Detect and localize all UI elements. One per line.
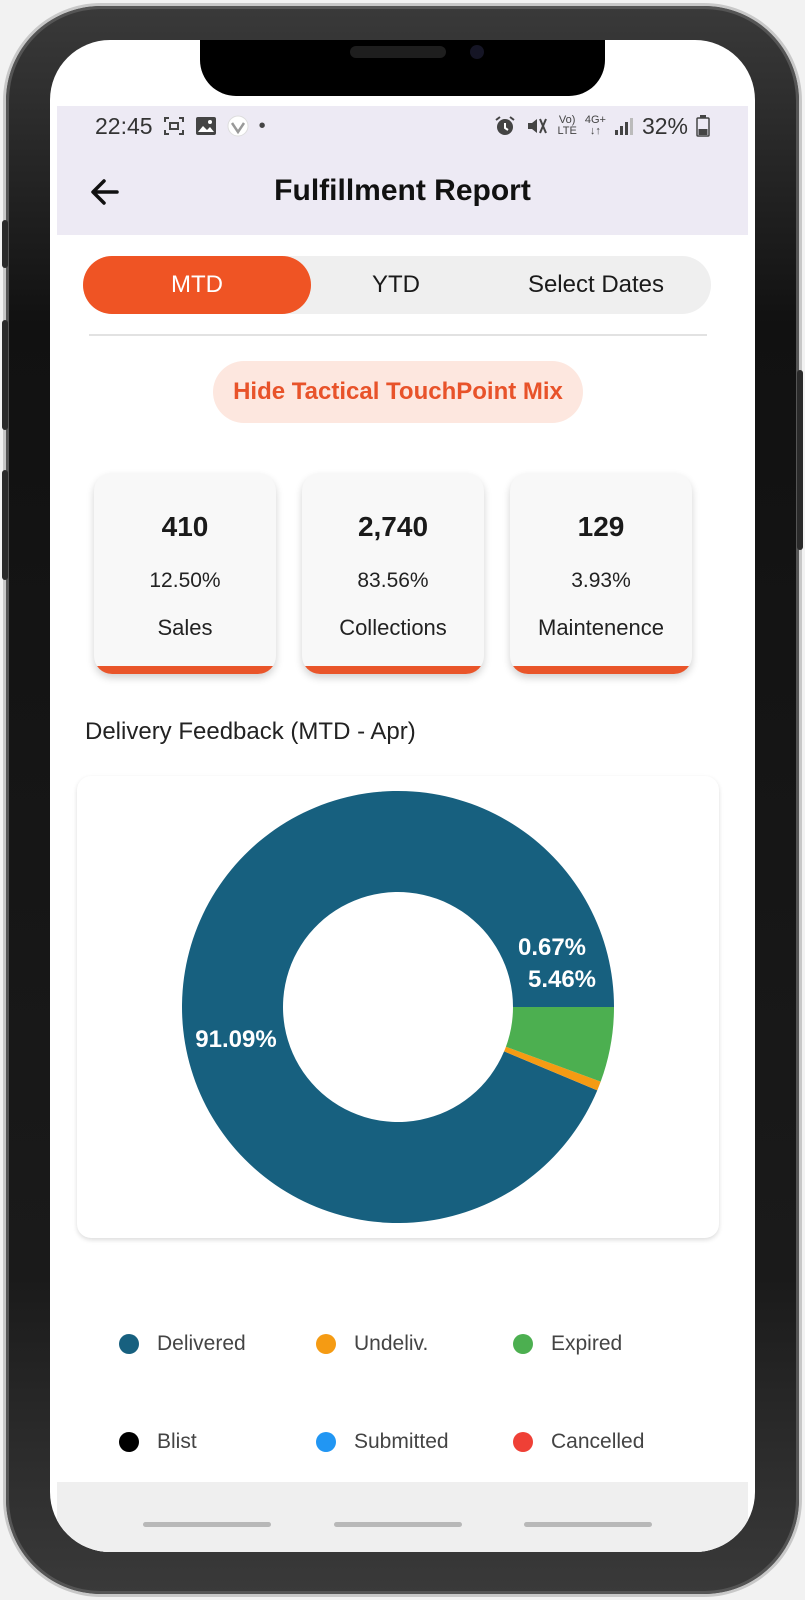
period-selector: MTD YTD Select Dates [83,256,711,314]
signal-icon [614,118,633,135]
tab-select-dates[interactable]: Select Dates [481,256,711,314]
legend-dot [119,1334,139,1354]
legend-item-submitted[interactable]: Submitted [316,1430,449,1454]
status-bar: 22:45 • Vo) LTE 4G+ ↓↑ 32% [57,106,748,146]
data-label-undeliv: 0.67% [518,934,586,961]
metric-percent: 83.56% [357,569,429,592]
legend-item-blist[interactable]: Blist [119,1430,197,1454]
donut-chart: 91.09% 0.67% 5.46% [182,791,614,1224]
gallery-icon [195,117,216,135]
metric-card-collections[interactable]: 2,740 83.56% Collections [302,473,484,674]
legend-dot [119,1432,139,1452]
vpn-icon [227,115,249,137]
metric-value: 129 [577,511,625,542]
battery-percent: 32% [641,112,688,139]
app-bar: Fulfillment Report [57,146,748,235]
metric-label: Maintenence [538,615,664,640]
metric-label: Sales [157,615,213,640]
nav-recents-button[interactable] [143,1522,271,1527]
chart-card: 91.09% 0.67% 5.46% [77,776,719,1238]
nav-home-button[interactable] [334,1522,462,1527]
volume-up-button [2,320,8,430]
metric-percent: 3.93% [571,569,631,592]
divider [89,334,707,336]
app-screen: 22:45 • Vo) LTE 4G+ ↓↑ 32% Fulfillment R… [57,106,748,1552]
arrow-left-icon [91,179,119,205]
legend-label: Submitted [354,1430,449,1453]
legend-item-undelivered[interactable]: Undeliv. [316,1332,428,1356]
screenshot-icon [163,117,184,135]
legend-item-expired[interactable]: Expired [513,1332,622,1356]
metric-percent: 12.50% [149,569,221,592]
metric-card-maintenance[interactable]: 129 3.93% Maintenence [510,473,692,674]
legend-label: Delivered [157,1332,246,1355]
legend-label: Blist [157,1430,197,1453]
metric-label: Collections [339,615,447,640]
nav-back-button[interactable] [524,1522,652,1527]
battery-icon [696,115,710,137]
speaker [350,46,446,58]
tab-ytd[interactable]: YTD [311,256,481,314]
alarm-icon [495,116,516,135]
legend-item-delivered[interactable]: Delivered [119,1332,246,1356]
volume-button [2,220,8,268]
metric-card-sales[interactable]: 410 12.50% Sales [94,473,276,674]
power-button [797,370,803,550]
front-camera [470,45,484,59]
legend-dot [316,1432,336,1452]
tab-mtd[interactable]: MTD [83,256,311,314]
chart-legend: Delivered Undeliv. Expired Blist Submitt… [57,1276,748,1476]
metric-value: 2,740 [357,511,429,542]
legend-item-cancelled[interactable]: Cancelled [513,1430,644,1454]
status-time: 22:45 [95,112,153,139]
metric-value: 410 [161,511,209,542]
volume-down-button [2,470,8,580]
page-title: Fulfillment Report [274,173,531,207]
phone-screen: 22:45 • Vo) LTE 4G+ ↓↑ 32% Fulfillment R… [50,40,755,1552]
mute-icon [528,118,548,134]
network-indicator: 4G+ ↓↑ [585,115,606,137]
back-button[interactable] [85,172,125,212]
metric-accent-bar [510,666,692,674]
network-bottom: ↓↑ [589,125,601,137]
legend-dot [513,1432,533,1452]
legend-label: Undeliv. [354,1332,429,1355]
data-label-delivered: 91.09% [195,1026,276,1053]
legend-label: Expired [551,1332,623,1355]
status-left-icons: • [163,115,266,138]
hide-touchpoint-mix-button[interactable]: Hide Tactical TouchPoint Mix [213,361,583,423]
status-right-icons: Vo) LTE 4G+ ↓↑ 32% [493,113,710,140]
data-label-expired: 5.46% [528,966,596,993]
metric-accent-bar [94,666,276,674]
metric-accent-bar [302,666,484,674]
legend-dot [513,1334,533,1354]
legend-dot [316,1334,336,1354]
system-nav-bar [57,1482,748,1552]
legend-label: Cancelled [551,1430,645,1453]
notification-dot: • [258,114,266,137]
section-title: Delivery Feedback (MTD - Apr) [85,718,416,745]
volte-bottom: LTE [557,125,577,137]
notch [200,40,605,96]
volte-indicator: Vo) LTE [557,115,576,137]
